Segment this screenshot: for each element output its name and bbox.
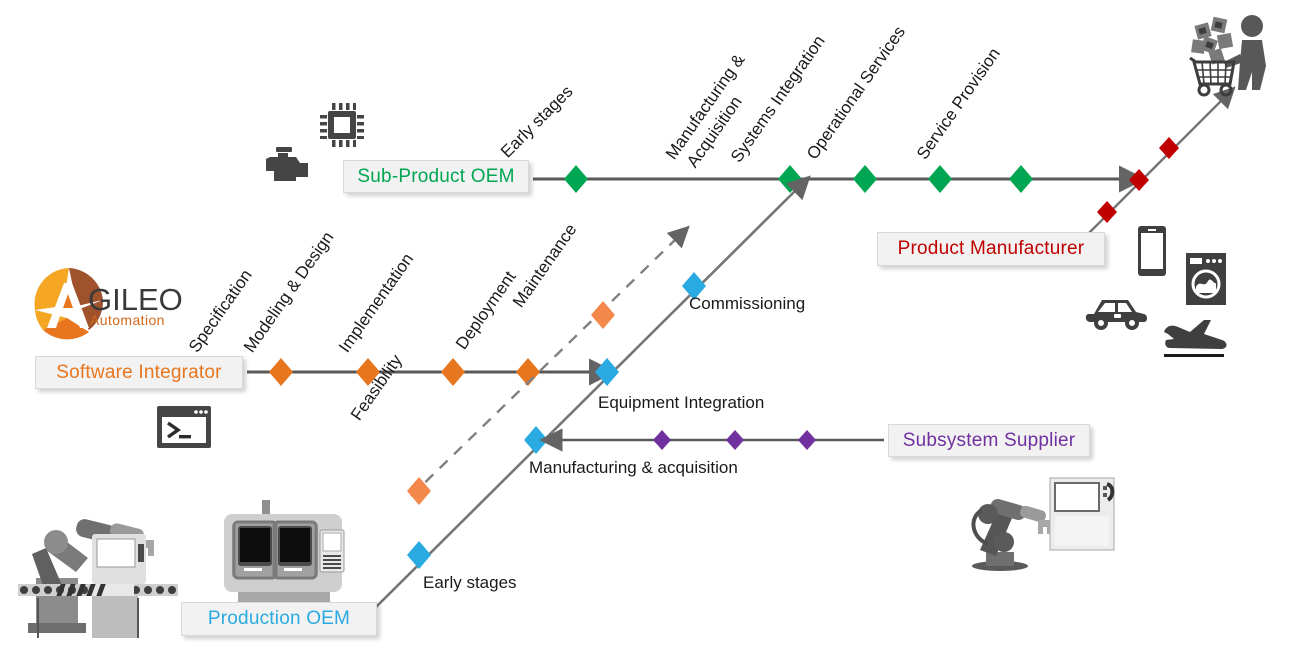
diamond-marker <box>798 430 816 450</box>
diamond-marker <box>1097 201 1117 223</box>
diamond-marker <box>1129 169 1149 191</box>
lane-sub-product-oem <box>533 165 1146 193</box>
diamond-marker <box>928 165 952 193</box>
diamond-marker <box>853 165 877 193</box>
diamond-marker <box>778 165 802 193</box>
role-label-production-oem: Production OEM <box>207 608 351 629</box>
stage-label-early-stages-production-oem: Early stages <box>423 573 517 592</box>
role-label-product-manufacturer: Product Manufacturer <box>897 238 1085 259</box>
stage-label-equipment-integration: Equipment Integration <box>598 393 765 412</box>
microchip-icon <box>320 103 364 147</box>
role-box-subsystem-supplier[interactable]: Subsystem Supplier <box>888 424 1090 457</box>
logo-tagline: Automation <box>90 312 165 328</box>
diamond-marker <box>269 358 293 386</box>
shopper-cart-icon <box>1189 15 1266 97</box>
lane-product-manufacturer <box>1084 86 1236 238</box>
car-icon <box>1085 300 1147 330</box>
role-box-product-manufacturer[interactable]: Product Manufacturer <box>877 232 1105 266</box>
machine-panel-icon <box>1049 477 1115 551</box>
stage-label-commissioning: Commissioning <box>689 294 806 313</box>
cnc-machine-icon <box>224 500 345 602</box>
airplane-icon <box>1164 320 1227 357</box>
diamond-marker <box>653 430 671 450</box>
diamond-marker <box>407 541 431 569</box>
diamond-marker <box>595 358 619 386</box>
stage-label-manufacturing-acquisition-production: Manufacturing & acquisition <box>529 458 738 477</box>
diamond-marker <box>1159 137 1179 159</box>
robot-conveyor-icon <box>18 519 178 638</box>
role-box-software-integrator[interactable]: Software Integrator <box>35 356 243 389</box>
washing-machine-icon <box>1186 253 1226 305</box>
robot-arm-icon <box>971 499 1052 571</box>
diamond-marker <box>524 426 548 454</box>
diamond-marker <box>726 430 744 450</box>
diamond-marker <box>564 165 588 193</box>
diagram-vector-layer <box>18 15 1266 638</box>
diagram-canvas: Sub-Product OEM Software Integrator Prod… <box>0 0 1303 655</box>
diamond-marker <box>591 301 615 329</box>
diamond-marker <box>441 358 465 386</box>
role-label-software-integrator: Software Integrator <box>56 361 222 383</box>
role-label-subsystem-supplier: Subsystem Supplier <box>902 429 1076 451</box>
lane-subsystem-supplier <box>539 428 884 452</box>
role-box-sub-product-oem[interactable]: Sub-Product OEM <box>343 160 529 193</box>
diamond-marker <box>1009 165 1033 193</box>
smartphone-icon <box>1138 226 1166 276</box>
role-label-sub-product-oem: Sub-Product OEM <box>357 165 515 187</box>
terminal-console-icon <box>157 406 211 448</box>
role-box-production-oem[interactable]: Production OEM <box>181 602 377 636</box>
lane-software-integrator <box>247 358 616 386</box>
engine-icon <box>266 147 308 181</box>
lane-markers-production-oem <box>407 272 706 569</box>
